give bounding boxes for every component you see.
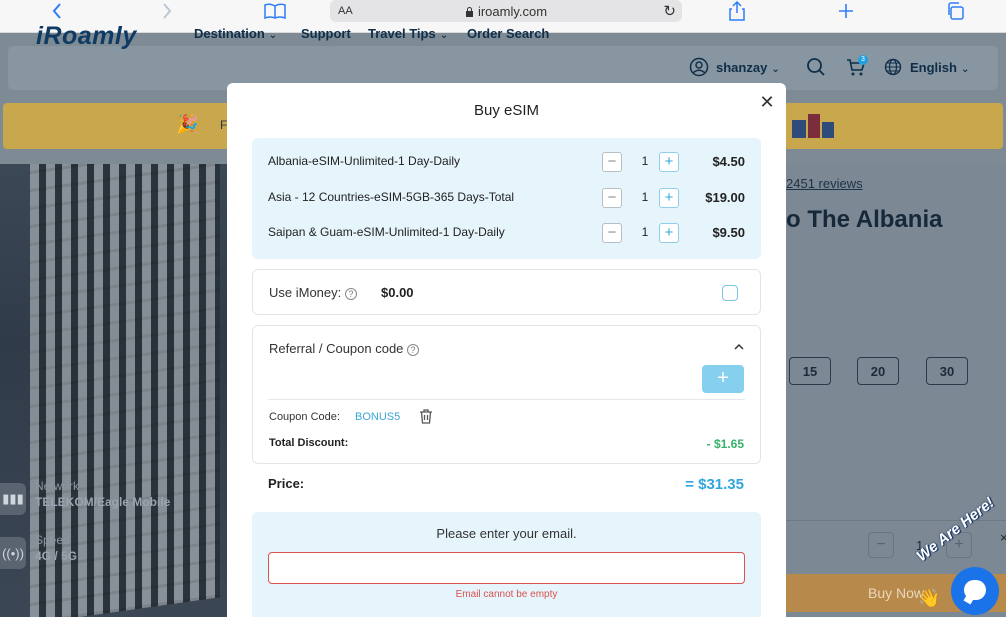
coupon-code-value: BONUS5 xyxy=(355,411,401,423)
reload-icon[interactable]: ↻ xyxy=(663,2,676,20)
reviews-link[interactable]: 2451 reviews xyxy=(786,176,863,191)
qty-decrease-button[interactable]: − xyxy=(602,188,622,208)
language-selector[interactable]: English ⌄ xyxy=(910,60,969,75)
modal-title: Buy eSIM xyxy=(473,102,540,119)
cart-item: Saipan & Guam-eSIM-Unlimited-1 Day-Daily… xyxy=(268,223,745,243)
nav-order-search[interactable]: Order Search xyxy=(467,26,549,41)
forward-icon[interactable] xyxy=(158,0,176,22)
imoney-amount: $0.00 xyxy=(381,285,414,300)
chevron-down-icon: ⌄ xyxy=(771,64,780,75)
imoney-section: Use iMoney: ? $0.00 xyxy=(252,269,761,315)
speed-value: 4G / 5G xyxy=(35,549,78,563)
divider xyxy=(268,399,745,400)
help-icon[interactable]: ? xyxy=(344,287,357,300)
item-name: Albania-eSIM-Unlimited-1 Day-Daily xyxy=(268,154,461,168)
qty-decrease-button[interactable]: − xyxy=(868,532,894,558)
share-icon[interactable] xyxy=(727,0,747,22)
back-icon[interactable] xyxy=(48,0,66,22)
globe-icon[interactable] xyxy=(884,58,902,81)
search-icon[interactable] xyxy=(806,57,826,82)
price-total: = $31.35 xyxy=(685,476,744,493)
nav-destination[interactable]: Destination ⌄ xyxy=(194,26,277,41)
cart-item: Asia - 12 Countries-eSIM-5GB-365 Days-To… xyxy=(268,188,745,208)
url-label: iroamly.com xyxy=(477,3,548,19)
destination-photo: ▮▮▮ Network TELEKOM/Eagle Mobile ((•)) S… xyxy=(0,164,227,617)
imoney-checkbox[interactable] xyxy=(722,285,738,301)
chat-widget-button[interactable] xyxy=(951,567,999,615)
qty-increase-button[interactable]: + xyxy=(659,223,679,243)
lock-icon xyxy=(465,6,473,17)
user-icon[interactable] xyxy=(689,57,709,82)
chevron-down-icon: ⌄ xyxy=(439,30,449,41)
item-qty: 1 xyxy=(641,225,649,239)
item-qty: 1 xyxy=(641,190,649,204)
cart-items: Albania-eSIM-Unlimited-1 Day-Daily − 1 +… xyxy=(252,138,761,259)
banner-illustration-icon xyxy=(790,110,836,140)
network-label: Network xyxy=(35,479,80,493)
nav-travel-tips[interactable]: Travel Tips ⌄ xyxy=(368,26,448,41)
buy-esim-modal: Buy eSIM ✕ Albania-eSIM-Unlimited-1 Day-… xyxy=(227,83,786,617)
qty-decrease-button[interactable]: − xyxy=(602,223,622,243)
day-option-30[interactable]: 30 xyxy=(926,357,968,385)
site-logo[interactable]: iRoamly xyxy=(36,22,137,51)
network-value: TELEKOM/Eagle Mobile xyxy=(35,495,171,509)
new-tab-icon[interactable] xyxy=(836,0,856,22)
bookmarks-icon[interactable] xyxy=(263,0,287,22)
nav-support[interactable]: Support xyxy=(301,26,351,41)
speed-label: Speed xyxy=(35,533,70,547)
item-price: $4.50 xyxy=(712,154,745,169)
day-option-20[interactable]: 20 xyxy=(857,357,899,385)
coupon-code-label: Coupon Code: xyxy=(269,411,340,423)
signal-icon: ▮▮▮ xyxy=(0,483,26,515)
speed-info: ((•)) Speed 4G / 5G xyxy=(0,533,227,579)
chevron-down-icon: ⌄ xyxy=(960,64,970,75)
total-discount-value: - $1.65 xyxy=(706,437,744,451)
qty-decrease-button[interactable]: − xyxy=(602,152,622,172)
item-price: $19.00 xyxy=(705,190,745,205)
url-text: iroamly.com xyxy=(330,4,682,19)
cart-badge: 3 xyxy=(858,55,868,65)
network-info: ▮▮▮ Network TELEKOM/Eagle Mobile xyxy=(0,479,227,525)
price-label: Price: xyxy=(268,476,305,491)
user-menu[interactable]: shanzay ⌄ xyxy=(716,60,780,75)
cart-item: Albania-eSIM-Unlimited-1 Day-Daily − 1 +… xyxy=(268,152,745,172)
close-fragment-icon: × xyxy=(1000,530,1006,545)
chevron-up-icon[interactable] xyxy=(734,340,744,354)
item-name: Asia - 12 Countries-eSIM-5GB-365 Days-To… xyxy=(268,190,515,204)
email-section: Please enter your email. Email cannot be… xyxy=(252,512,761,617)
tabs-icon[interactable] xyxy=(944,0,966,22)
coupon-header[interactable]: Referral / Coupon code ? xyxy=(269,341,420,356)
item-qty: 1 xyxy=(641,154,649,168)
coupon-section: Referral / Coupon code ? + Coupon Code: … xyxy=(252,325,761,464)
wave-hand-icon: 👋 xyxy=(918,588,941,608)
email-field[interactable] xyxy=(268,552,745,584)
email-error: Email cannot be empty xyxy=(455,589,558,600)
address-bar[interactable]: AA iroamly.com ↻ xyxy=(330,0,682,22)
qty-increase-button[interactable]: + xyxy=(659,188,679,208)
product-detail-panel: 2451 reviews o The Albania 15 20 30 − 1 … xyxy=(786,164,1006,617)
qty-increase-button[interactable]: + xyxy=(659,152,679,172)
item-name: Saipan & Guam-eSIM-Unlimited-1 Day-Daily xyxy=(268,225,505,239)
imoney-label: Use iMoney: ? xyxy=(269,285,357,300)
product-title: o The Albania xyxy=(786,206,943,233)
total-discount-label: Total Discount: xyxy=(269,437,349,449)
item-price: $9.50 xyxy=(712,225,745,240)
help-icon[interactable]: ? xyxy=(407,343,420,356)
trash-icon[interactable] xyxy=(419,409,433,424)
add-coupon-button[interactable]: + xyxy=(702,365,744,393)
email-prompt: Please enter your email. xyxy=(436,526,577,541)
day-option-15[interactable]: 15 xyxy=(789,357,831,385)
speed-icon: ((•)) xyxy=(0,537,26,569)
chevron-down-icon: ⌄ xyxy=(268,30,278,41)
party-icon: 🎉 xyxy=(176,114,199,134)
close-icon[interactable]: ✕ xyxy=(758,93,776,111)
